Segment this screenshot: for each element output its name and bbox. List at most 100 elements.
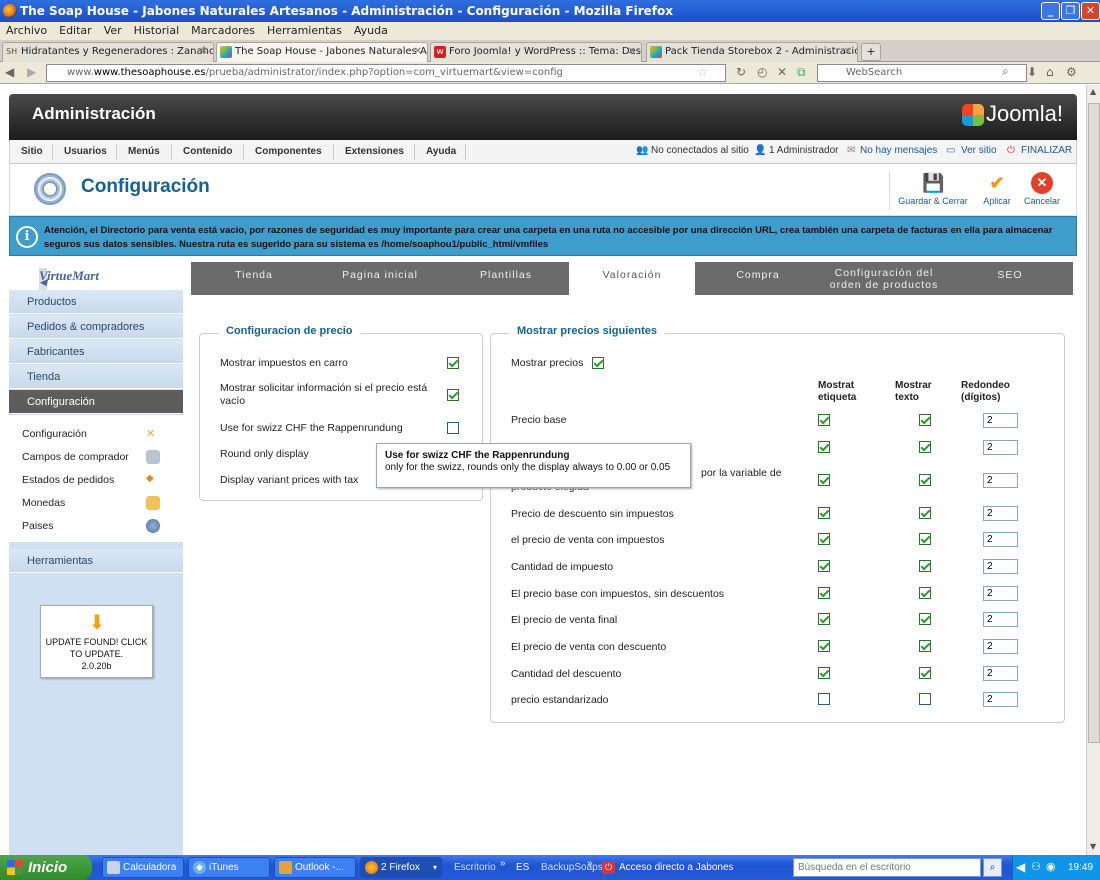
cancel-button[interactable]: ✕ Cancelar [1020,172,1064,212]
tab-compra[interactable]: Compra [695,262,821,295]
browser-tab[interactable]: Pack Tienda Storebox 2 - Administración … [646,42,858,62]
task-itunes[interactable]: iTunes [188,857,270,878]
rounding-input[interactable]: 2 [983,413,1018,428]
search-icon[interactable]: ⌕ [1002,64,1009,79]
shortcut-jabones[interactable]: Acceso directo a Jabones [619,855,734,880]
addon-icon[interactable]: ⧉ [797,65,806,80]
forward-icon[interactable]: ▶ [27,65,36,79]
menu-sitio[interactable]: Sitio [21,140,43,164]
close-tab-icon[interactable]: ✕ [414,43,422,61]
rounding-input[interactable]: 2 [983,612,1018,627]
url-bar[interactable]: www.www.thesoaphouse.es/prueba/administr… [46,64,726,82]
tab-orden-productos[interactable]: Configuración del orden de productos [821,262,947,295]
sidebar-item-productos[interactable]: Productos [9,290,183,314]
language-indicator[interactable]: ES [516,855,529,880]
text-checkbox[interactable] [919,560,931,572]
ask-price-checkbox[interactable] [447,389,459,401]
label-checkbox[interactable] [818,613,830,625]
desktop-search-input[interactable]: Búsqueda en el escritorio [793,858,981,877]
submenu-paises[interactable]: Paises [22,519,172,533]
rounding-input[interactable]: 2 [983,692,1018,707]
label-checkbox[interactable] [818,533,830,545]
tray-arrow-icon[interactable]: ◀ [1016,855,1025,880]
rounding-input[interactable]: 2 [983,473,1018,488]
apply-button[interactable]: ✔ Aplicar [978,172,1016,212]
browser-tab[interactable]: SH Hidratantes y Regeneradores : Zanahor… [2,42,214,62]
page-scrollbar[interactable]: ▲ ▼ [1086,85,1100,855]
text-checkbox[interactable] [919,474,931,486]
menu-archivo[interactable]: Archivo [0,22,53,40]
sidebar-item-configuracion[interactable]: Configuración [9,390,183,414]
label-checkbox[interactable] [818,414,830,426]
new-tab-button[interactable]: + [861,43,881,61]
sidebar-item-herramientas[interactable]: Herramientas [9,549,183,573]
update-notice[interactable]: ⬇ UPDATE FOUND! CLICK TO UPDATE. 2.0.20b [40,605,153,678]
tray-network-icon[interactable]: ⚇ [1031,855,1041,880]
menu-componentes[interactable]: Componentes [255,140,322,164]
sidebar-item-fabricantes[interactable]: Fabricantes [9,340,183,364]
toolbar-backup[interactable]: BackupSoaps [541,855,603,880]
label-checkbox[interactable] [818,640,830,652]
toolbar-chevron-icon[interactable]: » [500,851,506,876]
scrollbar-thumb[interactable] [1088,103,1100,743]
maximize-button[interactable]: ❐ [1061,2,1080,20]
sidebar-item-tienda[interactable]: Tienda [9,365,183,389]
close-tab-icon[interactable]: ✕ [628,43,636,61]
tray-volume-icon[interactable]: ◉ [1046,855,1056,880]
view-site-link[interactable]: Ver sitio [961,140,997,162]
search-bar[interactable]: WebSearch [817,64,1027,82]
menu-ayuda-joomla[interactable]: Ayuda [426,140,456,164]
scroll-up-icon[interactable]: ▲ [1090,87,1096,96]
tab-pagina-inicial[interactable]: Pagina inicial [317,262,443,295]
tab-valoracion[interactable]: Valoración [569,262,695,295]
menu-herramientas[interactable]: Herramientas [261,22,348,40]
rappenrundung-checkbox[interactable] [447,422,459,434]
label-checkbox[interactable] [818,507,830,519]
label-checkbox[interactable] [818,693,830,705]
reload-icon[interactable]: ↻ [736,65,746,79]
messages-link[interactable]: No hay mensajes [860,140,937,162]
menu-menus[interactable]: Menús [128,140,160,164]
toolbar-escritorio[interactable]: Escritorio [454,855,496,880]
label-checkbox[interactable] [818,560,830,572]
text-checkbox[interactable] [919,693,931,705]
tab-plantillas[interactable]: Plantillas [443,262,569,295]
stop-icon[interactable]: ✕ [777,65,787,79]
sidebar-item-pedidos[interactable]: Pedidos & compradores [9,315,183,339]
toolbar-chevron-icon[interactable]: » [587,851,593,876]
text-checkbox[interactable] [919,613,931,625]
rounding-input[interactable]: 2 [983,666,1018,681]
task-outlook[interactable]: Outlook -... [274,857,356,878]
rounding-input[interactable]: 2 [983,559,1018,574]
scroll-down-icon[interactable]: ▼ [1090,842,1096,851]
save-close-button[interactable]: 💾 Guardar & Cerrar [895,172,971,212]
logout-link[interactable]: FINALIZAR [1021,140,1072,162]
browser-tab[interactable]: w Foro Joomla! y WordPress :: Tema: Desa… [430,42,642,62]
history-icon[interactable]: ◴ [757,65,767,79]
back-icon[interactable]: ◀ [5,65,14,79]
rounding-input[interactable]: 2 [983,532,1018,547]
submenu-campos-comprador[interactable]: Campos de comprador [22,450,172,464]
close-tab-icon[interactable]: ✕ [200,43,208,61]
download-icon[interactable]: ⬇ [1027,65,1037,79]
submenu-configuracion[interactable]: Configuración ✕ [22,428,172,440]
menu-ver[interactable]: Ver [98,22,128,40]
menu-marcadores[interactable]: Marcadores [185,22,261,40]
task-firefox-group[interactable]: 2 Firefox ▾ [360,857,442,878]
submenu-estados-pedidos[interactable]: Estados de pedidos ◆ [22,473,172,486]
text-checkbox[interactable] [919,587,931,599]
label-checkbox[interactable] [818,441,830,453]
browser-tab-active[interactable]: The Soap House - Jabones Naturales Art..… [216,42,428,63]
text-checkbox[interactable] [919,533,931,545]
home-icon[interactable]: ⌂ [1046,65,1054,79]
text-checkbox[interactable] [919,507,931,519]
tools-icon[interactable]: ⚙ [1066,65,1077,79]
text-checkbox[interactable] [919,640,931,652]
task-calculadora[interactable]: Calculadora [102,857,184,878]
close-window-button[interactable]: ✕ [1081,2,1100,20]
start-button[interactable]: Inicio [0,855,92,880]
tab-tienda[interactable]: Tienda [191,262,317,295]
text-checkbox[interactable] [919,667,931,679]
rounding-input[interactable]: 2 [983,440,1018,455]
text-checkbox[interactable] [919,441,931,453]
